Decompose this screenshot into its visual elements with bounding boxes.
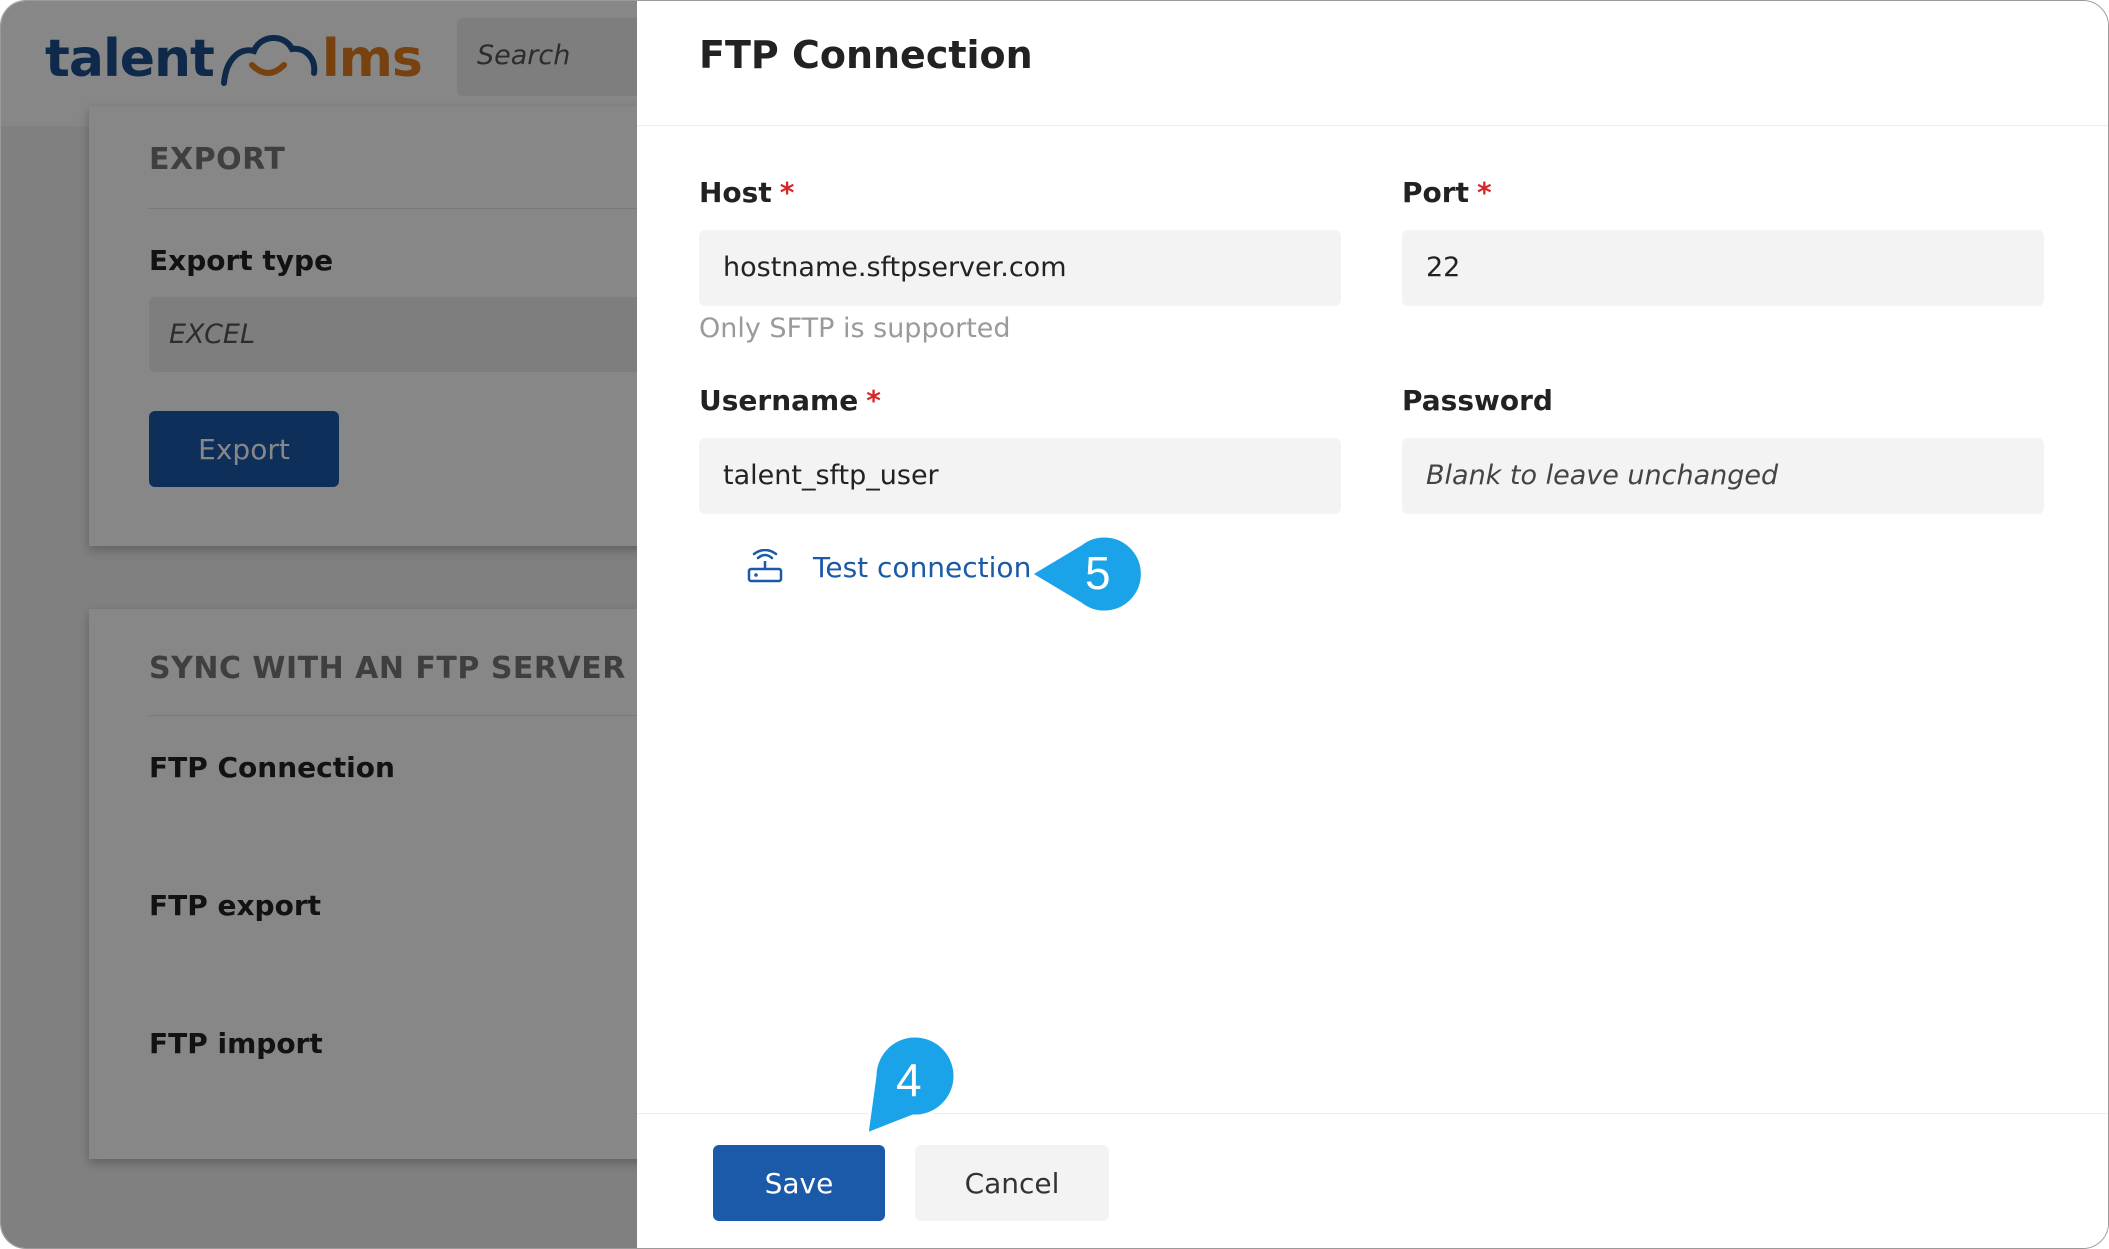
username-input[interactable]: talent_sftp_user — [699, 438, 1341, 514]
step-5-callout: 5 — [1028, 534, 1149, 614]
footer-divider — [637, 1113, 2108, 1114]
host-label-text: Host — [699, 176, 772, 209]
ftp-connection-drawer: FTP Connection Host * hostname.sftpserver… — [637, 1, 2108, 1248]
host-input[interactable]: hostname.sftpserver.com — [699, 230, 1341, 306]
modal-backdrop[interactable] — [1, 1, 637, 1248]
password-label: Password — [1402, 384, 1553, 417]
username-label: Username * — [699, 384, 881, 417]
password-input[interactable]: Blank to leave unchanged — [1402, 438, 2044, 514]
password-placeholder: Blank to leave unchanged — [1426, 460, 1779, 491]
port-required-mark: * — [1476, 176, 1492, 209]
step-5-number: 5 — [1085, 547, 1111, 599]
drawer-title: FTP Connection — [699, 33, 1033, 77]
router-icon — [747, 549, 783, 583]
username-value: talent_sftp_user — [723, 460, 939, 491]
save-button[interactable]: Save — [713, 1145, 885, 1221]
cancel-button[interactable]: Cancel — [915, 1145, 1109, 1221]
port-input[interactable]: 22 — [1402, 230, 2044, 306]
step-4-number: 4 — [896, 1054, 922, 1106]
username-label-text: Username — [699, 384, 859, 417]
host-value: hostname.sftpserver.com — [723, 252, 1067, 283]
window-frame: talent lms Search EXPORT Export type EXC… — [0, 0, 2109, 1249]
background-page: talent lms Search EXPORT Export type EXC… — [1, 1, 657, 1248]
drawer-header: FTP Connection — [637, 1, 2108, 126]
step-4-callout: 4 — [863, 1034, 963, 1137]
test-connection-label: Test connection — [813, 550, 1032, 584]
host-label: Host * — [699, 176, 794, 209]
host-required-mark: * — [779, 176, 795, 209]
port-value: 22 — [1426, 252, 1461, 283]
password-label-text: Password — [1402, 384, 1553, 417]
port-label-text: Port — [1402, 176, 1469, 209]
host-hint: Only SFTP is supported — [699, 313, 1011, 344]
test-connection-link[interactable]: Test connection — [747, 549, 1031, 585]
port-label: Port * — [1402, 176, 1492, 209]
username-required-mark: * — [866, 384, 881, 417]
